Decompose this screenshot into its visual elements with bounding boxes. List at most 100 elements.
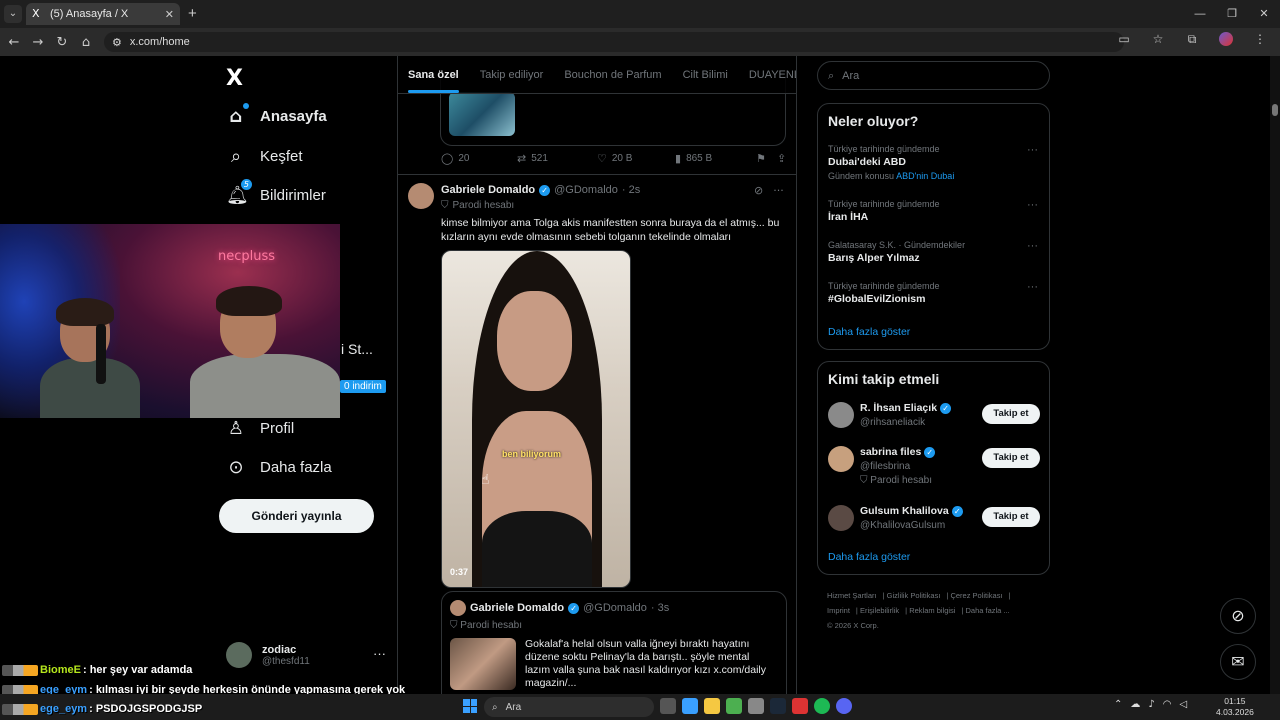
extensions-icon[interactable]: ⧉ [1180, 32, 1204, 49]
account-switcher[interactable]: zodiac @thesfd11 ··· [226, 642, 386, 668]
tab-list[interactable]: DUAYENLER [749, 69, 796, 81]
tab-list[interactable]: Bouchon de Parfum [564, 69, 661, 81]
more-dots-icon[interactable]: ··· [1027, 144, 1038, 156]
chrome-icon[interactable] [726, 698, 742, 714]
trends-title: Neler oluyor? [828, 113, 919, 129]
file-explorer-icon[interactable] [704, 698, 720, 714]
tab-list-button[interactable]: ⌄ [4, 5, 22, 23]
profile-avatar[interactable] [1214, 32, 1238, 49]
steam-icon[interactable] [770, 698, 786, 714]
post-button[interactable]: Gönderi yayınla [219, 499, 374, 533]
restore-button[interactable]: ❐ [1216, 0, 1248, 28]
taskbar-search[interactable]: ⌕ Ara [484, 697, 654, 717]
follow-button[interactable]: Takip et [982, 448, 1040, 468]
clock[interactable]: 01:15 4.03.2026 [1216, 696, 1254, 718]
footer-link[interactable]: Çerez Politikası [950, 591, 1002, 600]
footer-link[interactable]: Gizlilik Politikası [887, 591, 941, 600]
app-icon[interactable] [748, 698, 764, 714]
avatar[interactable] [408, 183, 434, 209]
tab-for-you[interactable]: Sana özel [408, 69, 459, 93]
home-button-icon[interactable]: ⌂ [74, 35, 98, 50]
tab-following[interactable]: Takip ediliyor [480, 69, 544, 81]
new-tab-button[interactable]: + [188, 5, 197, 22]
trend-item[interactable]: Galatasaray S.K. · Gündemdekiler Barış A… [828, 240, 1038, 264]
app-icon[interactable] [792, 698, 808, 714]
suggested-user[interactable]: Gulsum Khalilova ✓ @KhalilovaGulsum Takip… [828, 505, 1040, 545]
more-dots-icon[interactable]: ··· [373, 646, 386, 661]
nav-home[interactable]: ⌂ Anasayfa [226, 103, 327, 127]
more-dots-icon[interactable]: ··· [1027, 240, 1038, 252]
mic-icon[interactable]: ♪ [1148, 699, 1154, 710]
close-tab-icon[interactable]: ✕ [165, 8, 174, 21]
media-thumbnail[interactable] [449, 92, 515, 136]
repost-button[interactable]: ⇄ 521 [517, 152, 597, 165]
footer-link[interactable]: Daha fazla ... [966, 606, 1010, 615]
wifi-icon[interactable]: ◠ [1163, 699, 1172, 710]
nav-label: Bildirimler [260, 187, 326, 204]
messages-fab-icon[interactable]: ✉ [1220, 644, 1256, 680]
media-thumbnail[interactable] [450, 638, 516, 690]
chevron-up-icon[interactable]: ⌃ [1114, 699, 1122, 710]
more-dots-icon[interactable]: ··· [773, 184, 784, 197]
tweet-time[interactable]: · 2s [622, 184, 640, 196]
windows-start-icon[interactable] [463, 699, 477, 713]
back-icon[interactable]: ← [2, 35, 26, 50]
cloud-icon[interactable]: ☁ [1130, 699, 1140, 710]
author-handle[interactable]: @GDomaldo [554, 184, 618, 196]
more-circle-icon: ⊙ [228, 457, 244, 478]
share-icon[interactable]: ⇪ [777, 152, 786, 165]
follow-button[interactable]: Takip et [982, 404, 1040, 424]
more-dots-icon[interactable]: ··· [1027, 199, 1038, 211]
browser-tab[interactable]: X (5) Anasayfa / X ✕ [26, 3, 180, 25]
mask-icon: ⛉ [441, 200, 449, 211]
volume-icon[interactable]: ◁ [1180, 699, 1188, 710]
browser-menu-icon[interactable]: ⋮ [1248, 32, 1272, 49]
avatar [828, 446, 854, 472]
follow-button[interactable]: Takip et [982, 507, 1040, 527]
bookmark-star-icon[interactable]: ☆ [1146, 32, 1170, 49]
show-more-link[interactable]: Daha fazla göster [828, 551, 910, 563]
grok-fab-icon[interactable]: ⊘ [1220, 598, 1256, 634]
suggested-user[interactable]: R. İhsan Eliaçık ✓ @rihsaneliacik Takip e… [828, 402, 1040, 442]
minimize-button[interactable]: — [1184, 0, 1216, 28]
more-dots-icon[interactable]: ··· [1027, 281, 1038, 293]
quote-text: Gokalaf'a helal olsun valla iğneyi bırak… [525, 638, 767, 689]
x-logo-icon[interactable]: X [226, 66, 243, 91]
grok-icon[interactable]: ⊘ [754, 184, 763, 197]
footer-link[interactable]: Reklam bilgisi [909, 606, 955, 615]
trend-item[interactable]: Türkiye tarihinde gündemde İran İHA ··· [828, 199, 1038, 223]
show-more-link[interactable]: Daha fazla göster [828, 326, 910, 338]
site-info-icon[interactable]: ⚙ [112, 36, 122, 49]
video-player[interactable]: ben biliyorum 0:37 [441, 250, 631, 588]
author-name[interactable]: Gabriele Domaldo [441, 184, 535, 196]
reload-icon[interactable]: ↻ [50, 35, 74, 50]
install-icon[interactable]: ▭ [1112, 32, 1136, 49]
trend-item[interactable]: Türkiye tarihinde gündemde #GlobalEvilZi… [828, 281, 1038, 305]
reply-button[interactable]: ◯ 20 [441, 152, 517, 165]
url-field[interactable]: ⚙ x.com/home [104, 32, 1124, 52]
search-input[interactable]: ⌕ Ara [817, 61, 1050, 90]
trend-item[interactable]: Türkiye tarihinde gündemde Dubai'deki AB… [828, 144, 1038, 181]
page-scrollbar[interactable] [1270, 56, 1280, 696]
nav-notifications[interactable]: 🔔︎ 5 Bildirimler [226, 179, 326, 206]
task-view-icon[interactable] [660, 698, 676, 714]
parody-label: ⛉ Parodi hesabı [450, 620, 522, 631]
forward-icon[interactable]: → [26, 35, 50, 50]
discord-icon[interactable] [836, 698, 852, 714]
nav-label: Daha fazla [260, 459, 332, 476]
nav-more[interactable]: ⊙ Daha fazla [226, 457, 332, 478]
edge-icon[interactable] [682, 698, 698, 714]
suggested-user[interactable]: sabrina files ✓ @filesbrina ⛉ Parodi hesa… [828, 446, 1040, 486]
footer-link[interactable]: Hizmet Şartları [827, 591, 877, 600]
nav-explore[interactable]: ⌕ Keşfet [226, 146, 303, 167]
tab-list[interactable]: Cilt Bilimi [683, 69, 728, 81]
spotify-icon[interactable] [814, 698, 830, 714]
footer-link[interactable]: Imprint [827, 606, 850, 615]
views-button[interactable]: ▮ 865 B [675, 152, 757, 165]
like-button[interactable]: ♡ 20 B [597, 152, 675, 165]
nav-profile[interactable]: ♙ Profil [226, 418, 294, 439]
trend-link: ABD'nin Dubai [896, 171, 955, 181]
close-window-button[interactable]: ✕ [1248, 0, 1280, 28]
footer-link[interactable]: Erişilebilirlik [860, 606, 899, 615]
bookmark-icon[interactable]: ⚑ [757, 152, 777, 165]
